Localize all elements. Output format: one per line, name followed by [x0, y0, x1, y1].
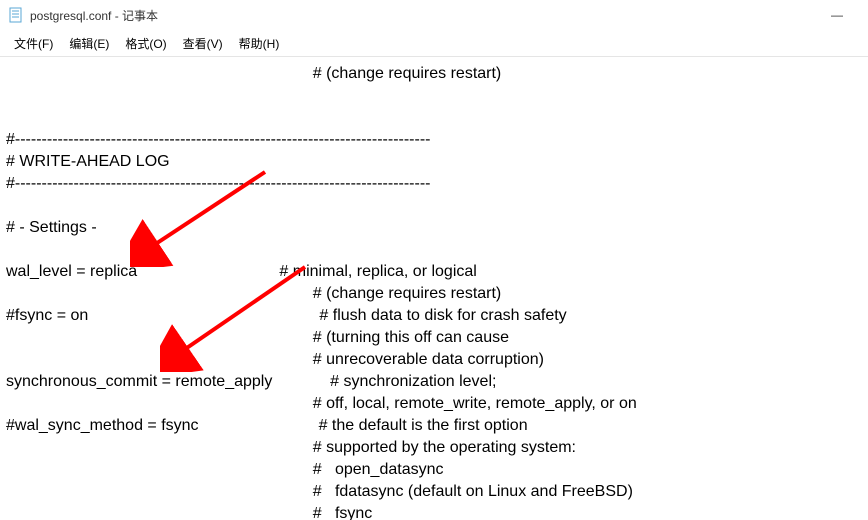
text-line: #wal_sync_method = fsync # the default i… — [6, 417, 528, 434]
window-title: postgresql.conf - 记事本 — [30, 7, 158, 24]
text-line: # open_datasync — [6, 461, 444, 478]
notepad-icon — [8, 7, 24, 23]
menu-format[interactable]: 格式(O) — [117, 33, 174, 54]
text-line: # fdatasync (default on Linux and FreeBS… — [6, 483, 633, 500]
menu-view[interactable]: 查看(V) — [175, 33, 231, 54]
text-line: wal_level = replica # minimal, replica, … — [6, 263, 477, 280]
text-line: # WRITE-AHEAD LOG — [6, 153, 170, 170]
text-line: # fsync — [6, 505, 372, 520]
text-line: #---------------------------------------… — [6, 131, 431, 148]
text-line: # (change requires restart) — [6, 65, 501, 82]
menu-help[interactable]: 帮助(H) — [231, 33, 288, 54]
menubar: 文件(F) 编辑(E) 格式(O) 查看(V) 帮助(H) — [0, 30, 868, 57]
text-line: #fsync = on # flush data to disk for cra… — [6, 307, 567, 324]
window-titlebar: postgresql.conf - 记事本 — — [0, 0, 868, 30]
text-area[interactable]: # (change requires restart) #-----------… — [0, 57, 868, 520]
minimize-button[interactable]: — — [814, 0, 860, 30]
text-line: #---------------------------------------… — [6, 175, 431, 192]
text-line: synchronous_commit = remote_apply # sync… — [6, 373, 496, 390]
menu-file[interactable]: 文件(F) — [6, 33, 61, 54]
text-line: # unrecoverable data corruption) — [6, 351, 544, 368]
text-line: # supported by the operating system: — [6, 439, 576, 456]
text-line: # off, local, remote_write, remote_apply… — [6, 395, 637, 412]
menu-edit[interactable]: 编辑(E) — [61, 33, 117, 54]
text-line: # (change requires restart) — [6, 285, 501, 302]
text-line: # (turning this off can cause — [6, 329, 509, 346]
text-line: # - Settings - — [6, 219, 97, 236]
